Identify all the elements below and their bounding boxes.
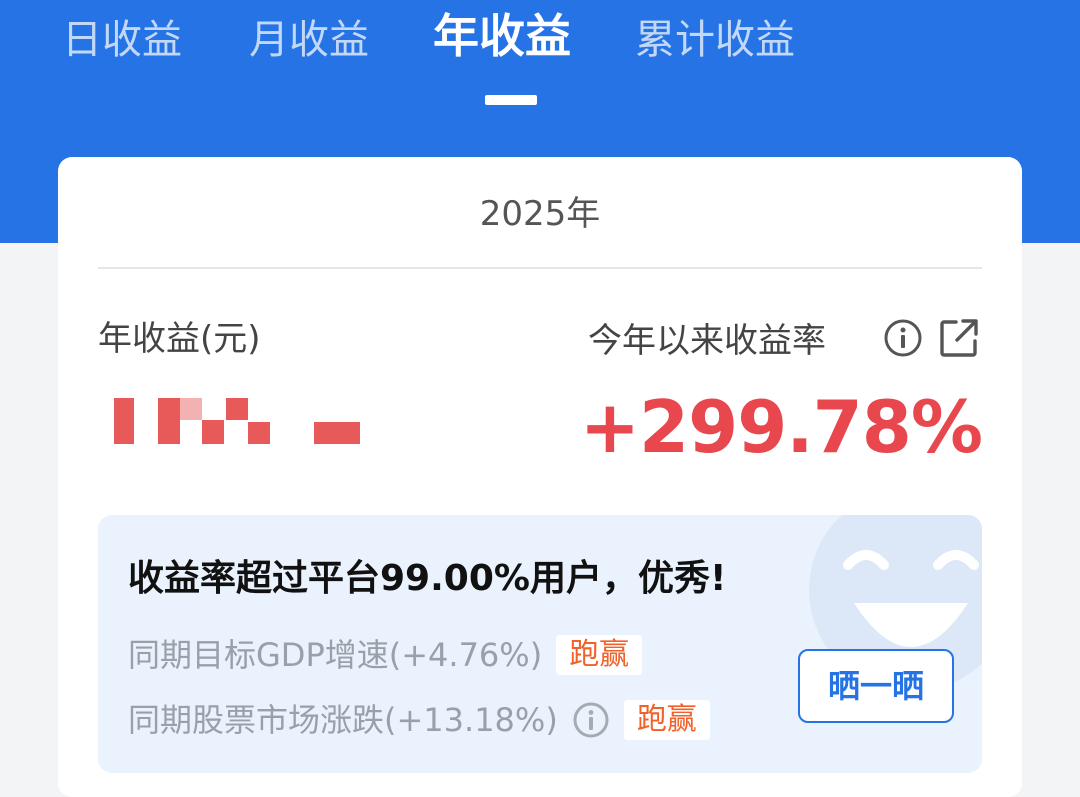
tab-monthly[interactable]: 月收益: [249, 12, 369, 68]
stock-compare-row: 同期股票市场涨跌(+13.18%) 跑赢: [128, 695, 710, 741]
stock-compare-text: 同期股票市场涨跌(+13.18%): [128, 701, 558, 739]
share-off-button[interactable]: 晒一晒: [798, 649, 954, 723]
period-tabs: 日收益 月收益 年收益 累计收益: [0, 0, 1080, 130]
tab-daily[interactable]: 日收益: [62, 12, 182, 68]
tab-cumulative[interactable]: 累计收益: [635, 12, 795, 68]
outperform-badge: 跑赢: [623, 700, 710, 740]
comparison-panel: 收益率超过平台99.00%用户，优秀! 同期目标GDP增速(+4.76%) 跑赢 …: [98, 515, 982, 773]
year-title: 2025年: [479, 194, 601, 234]
outperform-badge: 跑赢: [556, 635, 643, 675]
ytd-rate-value: +299.78%: [579, 385, 983, 469]
external-share-icon[interactable]: [938, 317, 980, 359]
divider: [98, 267, 982, 269]
tab-yearly[interactable]: 年收益: [433, 8, 571, 64]
masked-income-value: [114, 398, 364, 444]
gdp-compare-text: 同期目标GDP增速(+4.76%): [128, 636, 543, 674]
ytd-rate-label: 今年以来收益率: [588, 321, 826, 361]
info-icon[interactable]: [572, 701, 610, 739]
active-tab-indicator: [485, 95, 537, 105]
yearly-income-label: 年收益(元): [98, 319, 261, 359]
ranking-headline: 收益率超过平台99.00%用户，优秀!: [128, 558, 727, 599]
gdp-compare-row: 同期目标GDP增速(+4.76%) 跑赢: [128, 630, 643, 676]
info-icon[interactable]: [883, 318, 923, 358]
